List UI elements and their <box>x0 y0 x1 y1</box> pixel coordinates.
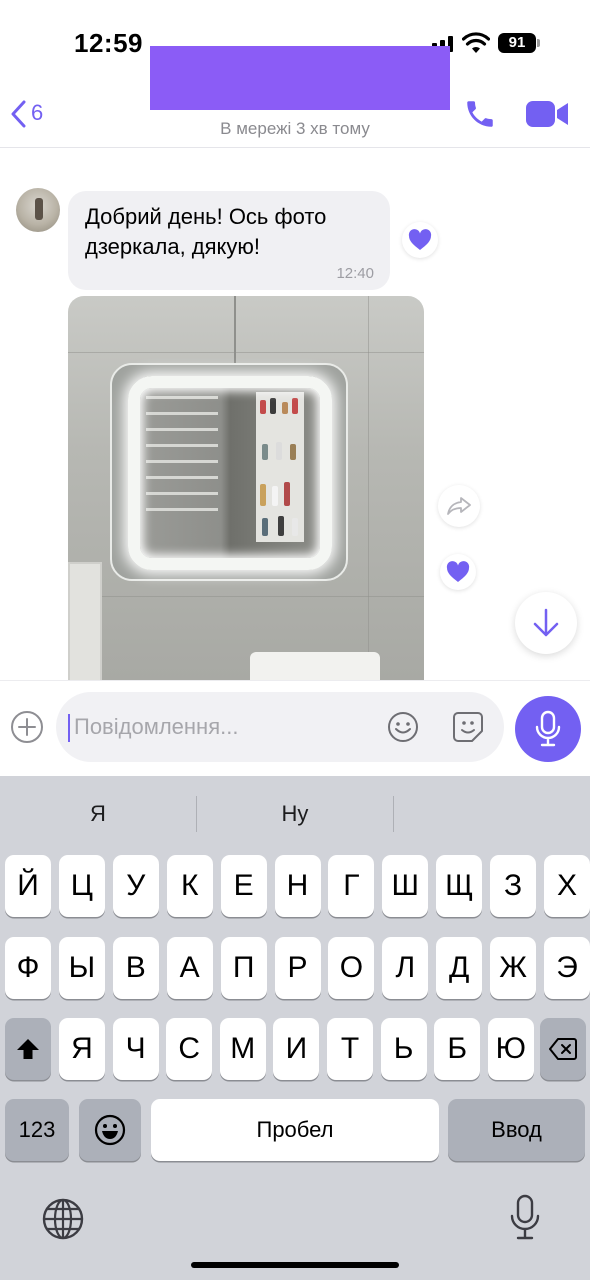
letter-key[interactable]: О <box>328 937 375 999</box>
header-divider <box>0 147 590 148</box>
dictation-microphone-icon[interactable] <box>508 1194 542 1242</box>
scroll-to-bottom-button[interactable] <box>515 592 577 654</box>
letter-key[interactable]: А <box>166 937 213 999</box>
numbers-key[interactable]: 123 <box>5 1099 69 1161</box>
emoji-face-icon <box>94 1114 126 1146</box>
photo-message[interactable] <box>68 296 424 680</box>
suggestion-3[interactable] <box>394 796 590 832</box>
letter-key[interactable]: П <box>220 937 267 999</box>
heart-icon <box>446 561 470 582</box>
chevron-left-icon <box>11 100 26 128</box>
letter-key[interactable]: У <box>112 855 159 917</box>
microphone-icon <box>535 710 561 747</box>
return-key[interactable]: Ввод <box>448 1099 585 1161</box>
wifi-icon <box>461 32 491 54</box>
letter-key[interactable]: В <box>112 937 159 999</box>
letter-key[interactable]: Т <box>327 1018 373 1080</box>
backspace-icon <box>549 1038 577 1060</box>
message-input[interactable] <box>74 710 374 744</box>
avatar[interactable] <box>16 188 60 232</box>
message-bubble[interactable]: Добрий день! Ось фото дзеркала, дякую! 1… <box>68 191 390 290</box>
letter-key[interactable]: Г <box>328 855 375 917</box>
letter-key[interactable]: Л <box>382 937 429 999</box>
letter-key[interactable]: Н <box>274 855 321 917</box>
battery-cap <box>537 39 540 47</box>
arrow-down-icon <box>533 608 559 637</box>
letter-key[interactable]: Д <box>436 937 483 999</box>
contact-status: В мережі 3 хв тому <box>220 119 370 138</box>
letter-key[interactable]: З <box>490 855 537 917</box>
letter-key[interactable]: Щ <box>436 855 483 917</box>
letter-key[interactable]: Ф <box>5 937 51 999</box>
text-caret <box>68 714 70 742</box>
like-button[interactable] <box>402 222 438 258</box>
letter-key[interactable]: Й <box>5 855 51 917</box>
space-key[interactable]: Пробел <box>151 1099 439 1161</box>
like-button[interactable] <box>440 554 476 590</box>
letter-key[interactable]: Ы <box>58 937 105 999</box>
phone-icon <box>467 101 493 127</box>
voice-message-button[interactable] <box>515 696 581 762</box>
sticker-button[interactable] <box>451 710 485 744</box>
message-time: 12:40 <box>336 265 374 282</box>
letter-key[interactable]: М <box>219 1018 266 1080</box>
add-attachment-button[interactable] <box>10 710 44 744</box>
suggestion-1[interactable]: Я <box>0 796 196 832</box>
back-button[interactable]: 6 <box>10 98 50 130</box>
shift-key[interactable] <box>5 1018 51 1080</box>
battery-icon: 91 <box>498 33 536 53</box>
mirror-led-frame <box>128 376 332 570</box>
letter-key[interactable]: Е <box>220 855 267 917</box>
globe-icon[interactable] <box>40 1196 86 1242</box>
redacted-contact-name <box>150 46 450 110</box>
video-call-button[interactable] <box>525 97 569 131</box>
letter-key[interactable]: Ш <box>382 855 429 917</box>
emoji-button[interactable] <box>386 710 420 744</box>
door-frame <box>68 562 102 680</box>
delete-key[interactable] <box>540 1018 586 1080</box>
emoji-key[interactable] <box>79 1099 141 1161</box>
letter-key[interactable]: Б <box>434 1018 481 1080</box>
letter-key[interactable]: С <box>166 1018 213 1080</box>
letter-key[interactable]: Ж <box>490 937 537 999</box>
unread-count: 6 <box>31 100 44 125</box>
letter-key[interactable]: Х <box>544 855 590 917</box>
smiley-icon <box>388 712 418 742</box>
share-arrow-icon <box>447 497 471 515</box>
letter-key[interactable]: Я <box>59 1018 105 1080</box>
message-input-box[interactable] <box>56 692 504 762</box>
letter-key[interactable]: Ь <box>380 1018 427 1080</box>
plus-circle-icon <box>11 711 43 743</box>
letter-key[interactable]: Ю <box>487 1018 534 1080</box>
sticker-icon <box>453 712 483 742</box>
heart-icon <box>408 229 432 250</box>
video-camera-icon <box>526 101 568 127</box>
forward-button[interactable] <box>438 485 480 527</box>
letter-key[interactable]: Р <box>274 937 321 999</box>
sink <box>250 652 380 680</box>
letter-key[interactable]: Э <box>544 937 590 999</box>
letter-key[interactable]: Ч <box>112 1018 159 1080</box>
letter-key[interactable]: К <box>166 855 213 917</box>
call-button[interactable] <box>463 97 497 131</box>
home-indicator <box>191 1262 399 1268</box>
status-time: 12:59 <box>74 28 143 58</box>
suggestion-2[interactable]: Ну <box>197 796 393 832</box>
message-text: Добрий день! Ось фото дзеркала, дякую! <box>85 204 327 259</box>
letter-key[interactable]: Ц <box>58 855 105 917</box>
shift-arrow-icon <box>17 1039 39 1059</box>
letter-key[interactable]: И <box>273 1018 320 1080</box>
